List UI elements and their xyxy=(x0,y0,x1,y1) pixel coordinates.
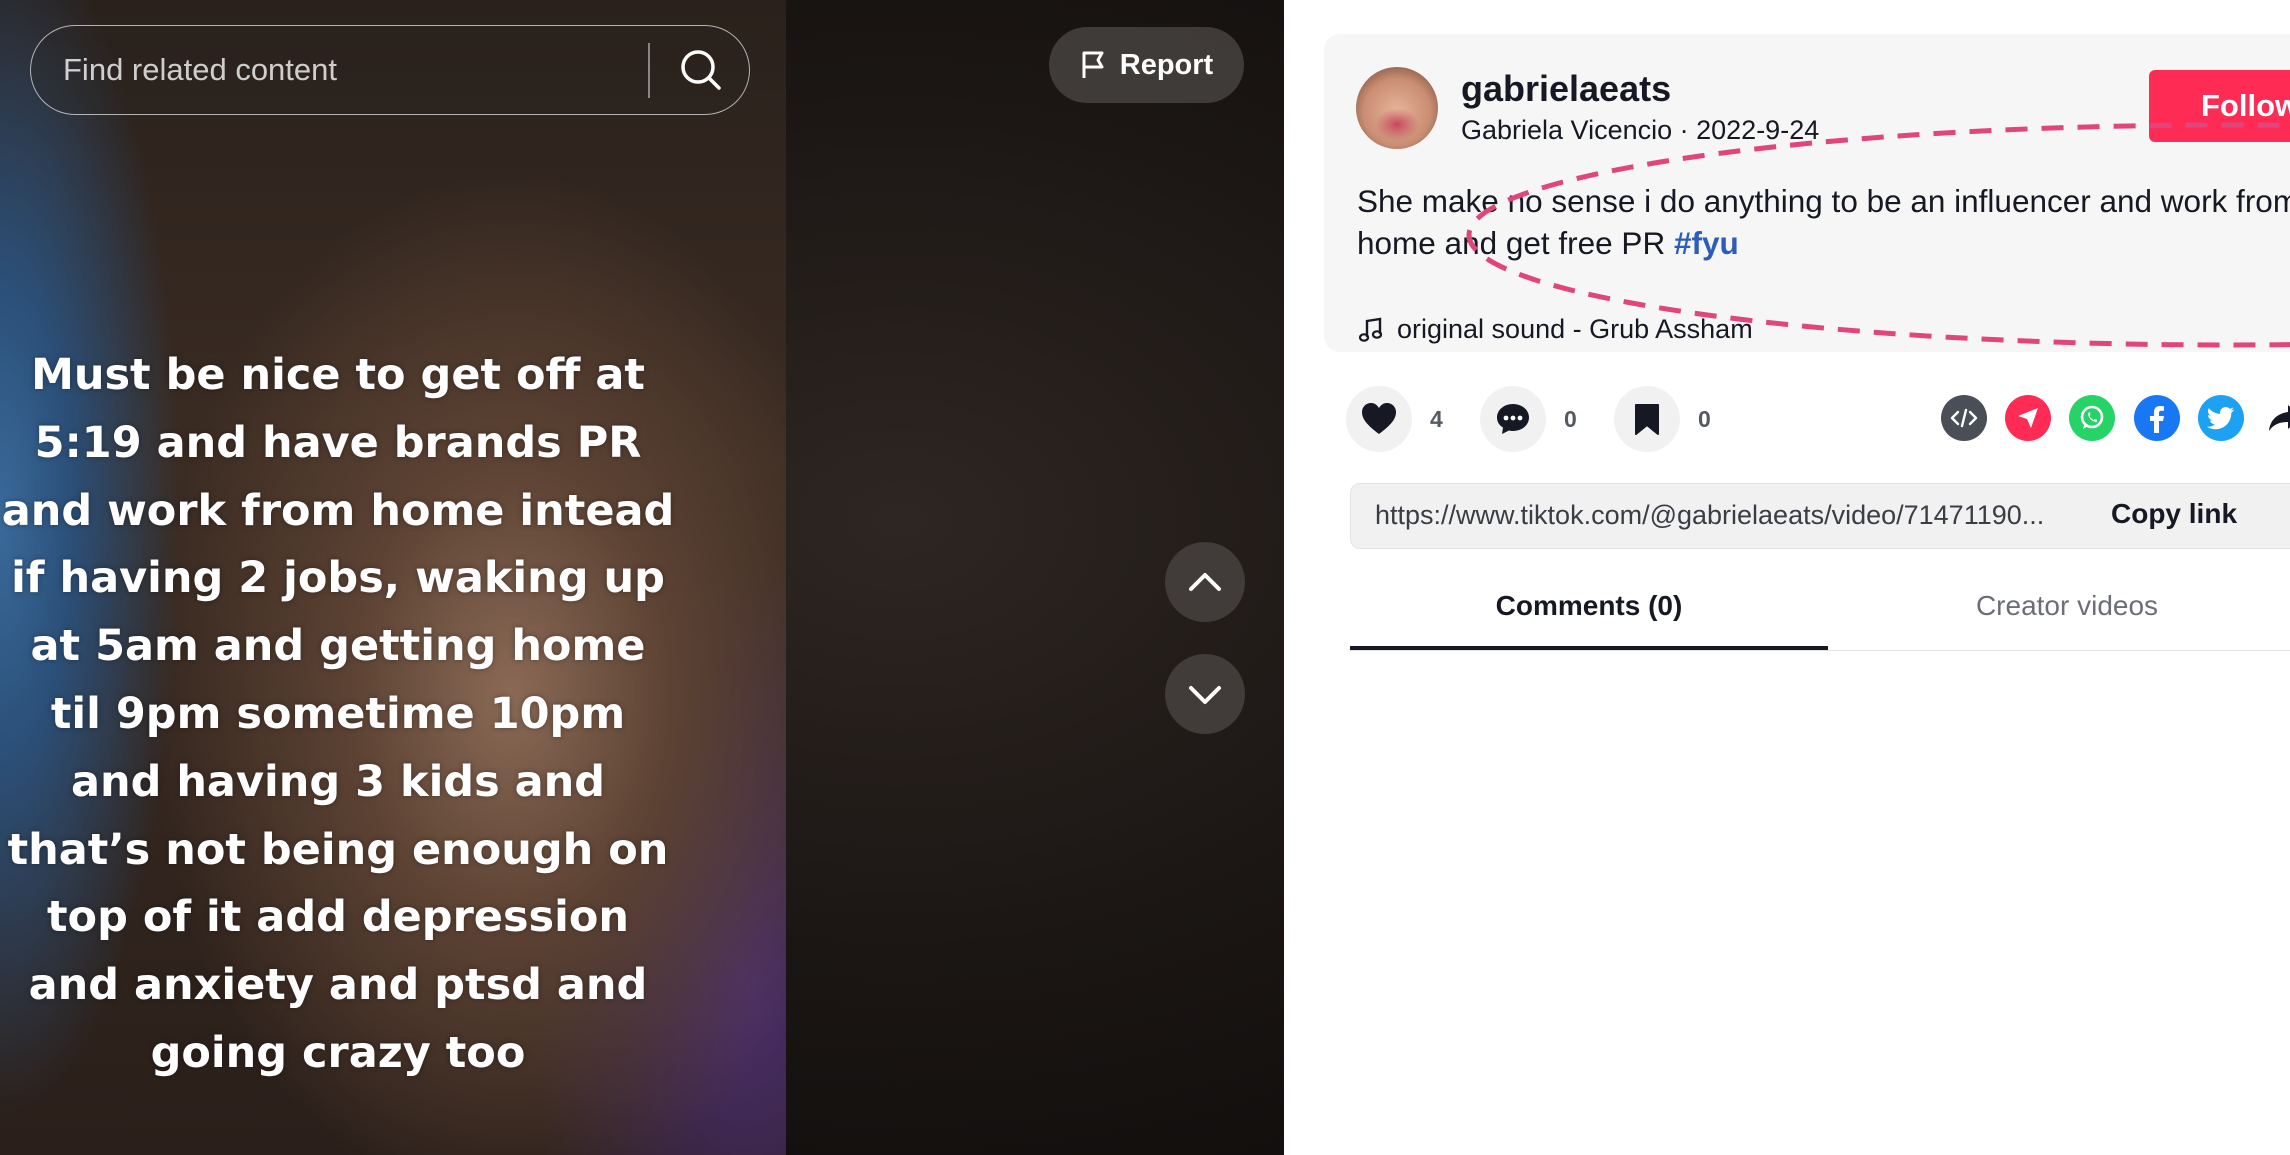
search-input[interactable] xyxy=(61,26,665,114)
save-action: 0 xyxy=(1614,386,1711,452)
subline-separator: · xyxy=(1672,115,1697,145)
search-divider xyxy=(648,43,650,98)
tab-comments[interactable]: Comments (0) xyxy=(1350,580,1828,650)
like-count: 4 xyxy=(1430,405,1443,432)
description-text: She make no sense i do anything to be an… xyxy=(1357,183,2290,261)
flag-icon xyxy=(1082,51,1104,78)
report-label: Report xyxy=(1119,48,1214,81)
facebook-icon xyxy=(2150,406,2164,433)
video-caption-overlay: Must be nice to get off at 5:19 and have… xyxy=(1,350,675,1078)
share-arrow-icon xyxy=(2269,405,2290,431)
avatar[interactable] xyxy=(1356,67,1438,149)
copy-link-button[interactable]: Copy link xyxy=(2111,498,2237,530)
embed-share-button[interactable] xyxy=(1941,395,1987,441)
heart-icon xyxy=(1362,403,1396,434)
like-action: 4 xyxy=(1346,386,1443,452)
display-name: Gabriela Vicencio xyxy=(1461,115,1673,145)
send-icon xyxy=(2018,408,2038,428)
tab-bar: Comments (0) Creator videos xyxy=(1350,580,2290,651)
comment-action: 0 xyxy=(1480,386,1577,452)
comment-count: 0 xyxy=(1564,405,1577,432)
bookmark-icon xyxy=(1635,404,1659,435)
facebook-share-button[interactable] xyxy=(2134,395,2180,441)
chevron-up-icon xyxy=(1189,573,1221,591)
chevron-down-icon xyxy=(1189,686,1221,704)
follow-button[interactable]: Follow xyxy=(2149,70,2290,142)
video-player[interactable]: Must be nice to get off at 5:19 and have… xyxy=(0,0,1284,1155)
post-date: 2022-9-24 xyxy=(1696,115,1820,145)
comment-icon xyxy=(1497,404,1529,434)
next-video-button[interactable] xyxy=(1165,654,1245,734)
whatsapp-share-button[interactable] xyxy=(2069,395,2115,441)
like-button[interactable] xyxy=(1346,386,1412,452)
username[interactable]: gabrielaeats xyxy=(1461,68,1671,110)
previous-video-button[interactable] xyxy=(1165,542,1245,622)
embed-icon xyxy=(1950,408,1978,428)
search-bar xyxy=(30,25,750,115)
search-icon xyxy=(681,50,721,90)
music-note-icon xyxy=(1359,317,1383,342)
music-row[interactable]: original sound - Grub Assham xyxy=(1359,314,1753,345)
twitter-icon xyxy=(2207,407,2234,430)
share-link-box: https://www.tiktok.com/@gabrielaeats/vid… xyxy=(1350,483,2290,549)
twitter-share-button[interactable] xyxy=(2198,395,2244,441)
share-link-url[interactable]: https://www.tiktok.com/@gabrielaeats/vid… xyxy=(1375,500,2095,531)
report-button[interactable]: Report xyxy=(1049,27,1244,103)
save-count: 0 xyxy=(1698,405,1711,432)
comment-button[interactable] xyxy=(1480,386,1546,452)
tab-creator-videos[interactable]: Creator videos xyxy=(1828,580,2290,648)
music-label: original sound - Grub Assham xyxy=(1397,314,1753,344)
hashtag-link[interactable]: #fyu xyxy=(1674,225,1739,261)
search-button[interactable] xyxy=(671,41,731,99)
more-share-button[interactable] xyxy=(2262,395,2290,441)
post-info-card: gabrielaeats Gabriela Vicencio · 2022-9-… xyxy=(1324,34,2290,352)
send-share-button[interactable] xyxy=(2005,395,2051,441)
author-subline: Gabriela Vicencio · 2022-9-24 xyxy=(1461,115,1819,146)
save-button[interactable] xyxy=(1614,386,1680,452)
whatsapp-icon xyxy=(2080,405,2104,429)
post-description: She make no sense i do anything to be an… xyxy=(1357,180,2290,264)
post-details-panel: gabrielaeats Gabriela Vicencio · 2022-9-… xyxy=(1284,0,2290,1155)
